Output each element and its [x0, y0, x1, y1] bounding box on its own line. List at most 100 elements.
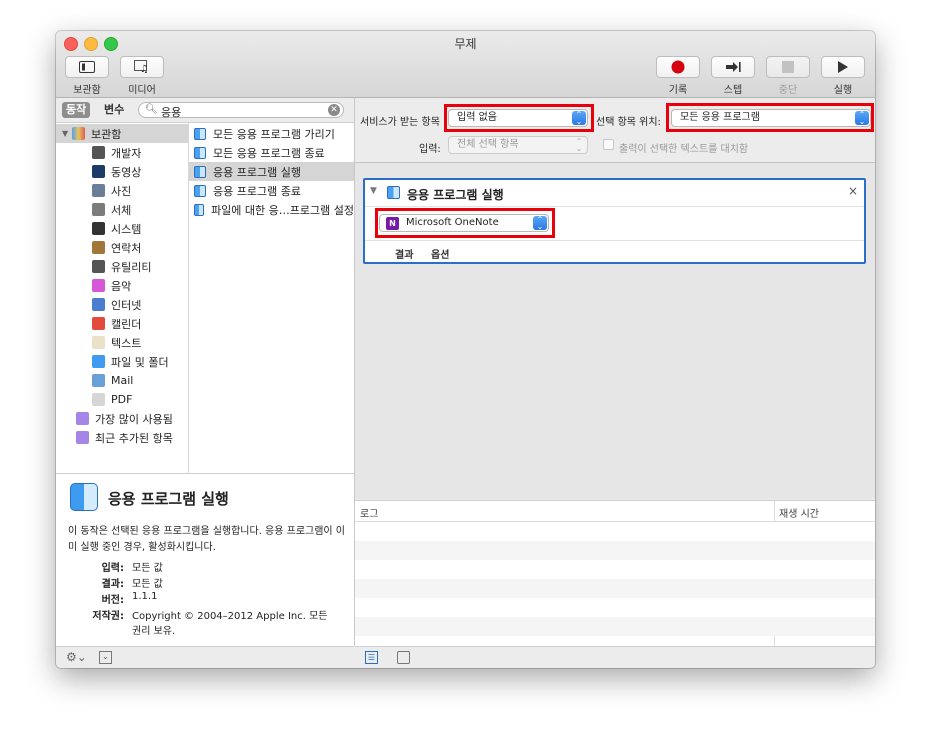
action-item[interactable]: 모든 응용 프로그램 가리기	[189, 124, 354, 143]
category-label: 동영상	[111, 165, 142, 179]
smart-folder-icon	[76, 431, 89, 444]
action-card-header: ▼ 응용 프로그램 실행 ×	[365, 180, 864, 207]
search-field[interactable]: 🔍︎ 응용 ✕	[138, 102, 344, 120]
category-item[interactable]: 개발자	[56, 143, 188, 162]
action-card-title: 응용 프로그램 실행	[407, 188, 504, 202]
highlight-box	[375, 208, 555, 238]
category-label: 캘린더	[111, 317, 142, 331]
smart-group-item[interactable]: 최근 추가된 항목	[56, 428, 188, 447]
log-panel: 로그 재생 시간	[355, 500, 875, 648]
pdf-icon	[92, 393, 105, 406]
smart-group-label: 최근 추가된 항목	[95, 431, 173, 445]
quicktime-icon	[92, 165, 105, 178]
run-label: 실행	[833, 85, 853, 96]
tab-variables[interactable]: 변수	[100, 102, 128, 118]
finder-icon	[194, 203, 205, 216]
category-item[interactable]: 유틸리티	[56, 257, 188, 276]
replace-text-checkbox[interactable]	[603, 139, 614, 150]
action-label: 응용 프로그램 종료	[213, 184, 301, 198]
finder-icon	[70, 483, 98, 511]
library-root[interactable]: ▼ 보관함	[56, 124, 188, 143]
run-button[interactable]	[821, 56, 865, 78]
category-item[interactable]: 캘린더	[56, 314, 188, 333]
media-button[interactable]: ♫	[120, 56, 164, 78]
meta-version-key: 버전:	[101, 595, 124, 606]
location-label: 선택 항목 위치:	[596, 117, 661, 128]
library-icon	[72, 127, 85, 140]
record-label: 기록	[668, 85, 688, 96]
category-item[interactable]: 텍스트	[56, 333, 188, 352]
variables-view-icon[interactable]	[397, 651, 410, 664]
font-book-icon	[92, 203, 105, 216]
category-item[interactable]: 서체	[56, 200, 188, 219]
search-icon: 🔍︎	[145, 104, 158, 115]
category-item[interactable]: 인터넷	[56, 295, 188, 314]
internet-icon	[92, 298, 105, 311]
meta-input-key: 입력:	[101, 563, 124, 574]
system-icon	[92, 222, 105, 235]
action-item[interactable]: 모든 응용 프로그램 종료	[189, 143, 354, 162]
title-toolbar: 무제 보관함 ♫ 미디어 기록 스텝 중단 실행	[56, 31, 875, 98]
tab-actions[interactable]: 동작	[62, 102, 91, 118]
mail-icon	[92, 374, 105, 387]
description-text: 이 동작은 선택된 응용 프로그램을 실행합니다. 응용 프로그램이 이미 실행…	[68, 526, 346, 553]
duration-column-header[interactable]: 재생 시간	[779, 505, 819, 520]
log-row	[355, 598, 875, 617]
category-item[interactable]: 동영상	[56, 162, 188, 181]
log-view-icon[interactable]: ☰	[365, 651, 378, 664]
smart-group-item[interactable]: 가장 많이 사용됨	[56, 409, 188, 428]
action-item[interactable]: 응용 프로그램 실행	[189, 162, 354, 181]
media-label: 미디어	[128, 85, 156, 96]
category-item[interactable]: 파일 및 폴더	[56, 352, 188, 371]
action-label: 모든 응용 프로그램 종료	[213, 146, 325, 160]
stop-icon	[782, 61, 794, 73]
category-label: 음악	[111, 279, 132, 293]
automator-window: 무제 보관함 ♫ 미디어 기록 스텝 중단 실행 동작 변수 🔍︎ 응용 ✕ ▼…	[56, 31, 875, 668]
library-panel: 동작 변수 🔍︎ 응용 ✕ ▼ 보관함 개발자동영상사진 서체시스템연락처유틸리티…	[56, 98, 355, 646]
action-item[interactable]: 응용 프로그램 종료	[189, 181, 354, 200]
action-label: 응용 프로그램 실행	[213, 165, 301, 179]
log-column-header[interactable]: 로그	[360, 505, 378, 520]
search-input[interactable]: 응용	[161, 104, 181, 120]
category-item[interactable]: 음악	[56, 276, 188, 295]
category-label: 연락처	[111, 241, 142, 255]
action-card-footer: 결과 옵션	[365, 240, 864, 263]
description-toggle-icon[interactable]: ⌄	[99, 651, 112, 664]
input-label: 입력:	[419, 144, 441, 155]
category-item[interactable]: 사진	[56, 181, 188, 200]
photos-icon	[92, 184, 105, 197]
replace-text-label: 출력이 선택한 텍스트를 대치함	[619, 144, 749, 155]
library-toggle-button[interactable]	[65, 56, 109, 78]
description-title: 응용 프로그램 실행	[108, 490, 229, 508]
category-label: 개발자	[111, 146, 142, 160]
action-item[interactable]: 파일에 대한 응…프로그램 설정	[189, 200, 354, 219]
stop-button[interactable]	[766, 56, 810, 78]
library-footer: ⚙︎⌄ ⌄	[56, 646, 354, 668]
category-item[interactable]: PDF	[56, 390, 188, 409]
record-button[interactable]	[656, 56, 700, 78]
category-label: 파일 및 폴더	[111, 355, 169, 369]
clear-search-icon[interactable]: ✕	[328, 104, 340, 116]
log-header: 로그 재생 시간	[355, 501, 875, 648]
music-icon	[92, 279, 105, 292]
meta-result-key: 결과:	[101, 579, 124, 590]
library-label: 보관함	[73, 85, 101, 96]
gear-icon[interactable]: ⚙︎⌄	[66, 650, 87, 664]
step-button[interactable]	[711, 56, 755, 78]
category-item[interactable]: Mail	[56, 371, 188, 390]
category-label: 텍스트	[111, 336, 142, 350]
input-popup[interactable]: 전체 선택 항목 ⌃ ⌄	[448, 136, 588, 154]
action-card[interactable]: ▼ 응용 프로그램 실행 × N Microsoft OneNote ⌃ ⌄ 결과…	[363, 178, 866, 264]
category-label: 시스템	[111, 222, 142, 236]
tab-options[interactable]: 옵션	[431, 246, 449, 261]
meta-copyright-value: Copyright © 2004–2012 Apple Inc. 모든	[132, 611, 328, 622]
collapse-triangle-icon[interactable]: ▼	[370, 186, 377, 196]
tools-icon	[92, 146, 105, 159]
close-icon[interactable]: ×	[848, 184, 858, 198]
category-item[interactable]: 연락처	[56, 238, 188, 257]
tab-results[interactable]: 결과	[395, 246, 413, 261]
meta-input-value: 모든 값	[132, 563, 163, 574]
disclosure-triangle-icon[interactable]: ▼	[62, 129, 72, 138]
category-item[interactable]: 시스템	[56, 219, 188, 238]
play-icon	[838, 61, 848, 73]
